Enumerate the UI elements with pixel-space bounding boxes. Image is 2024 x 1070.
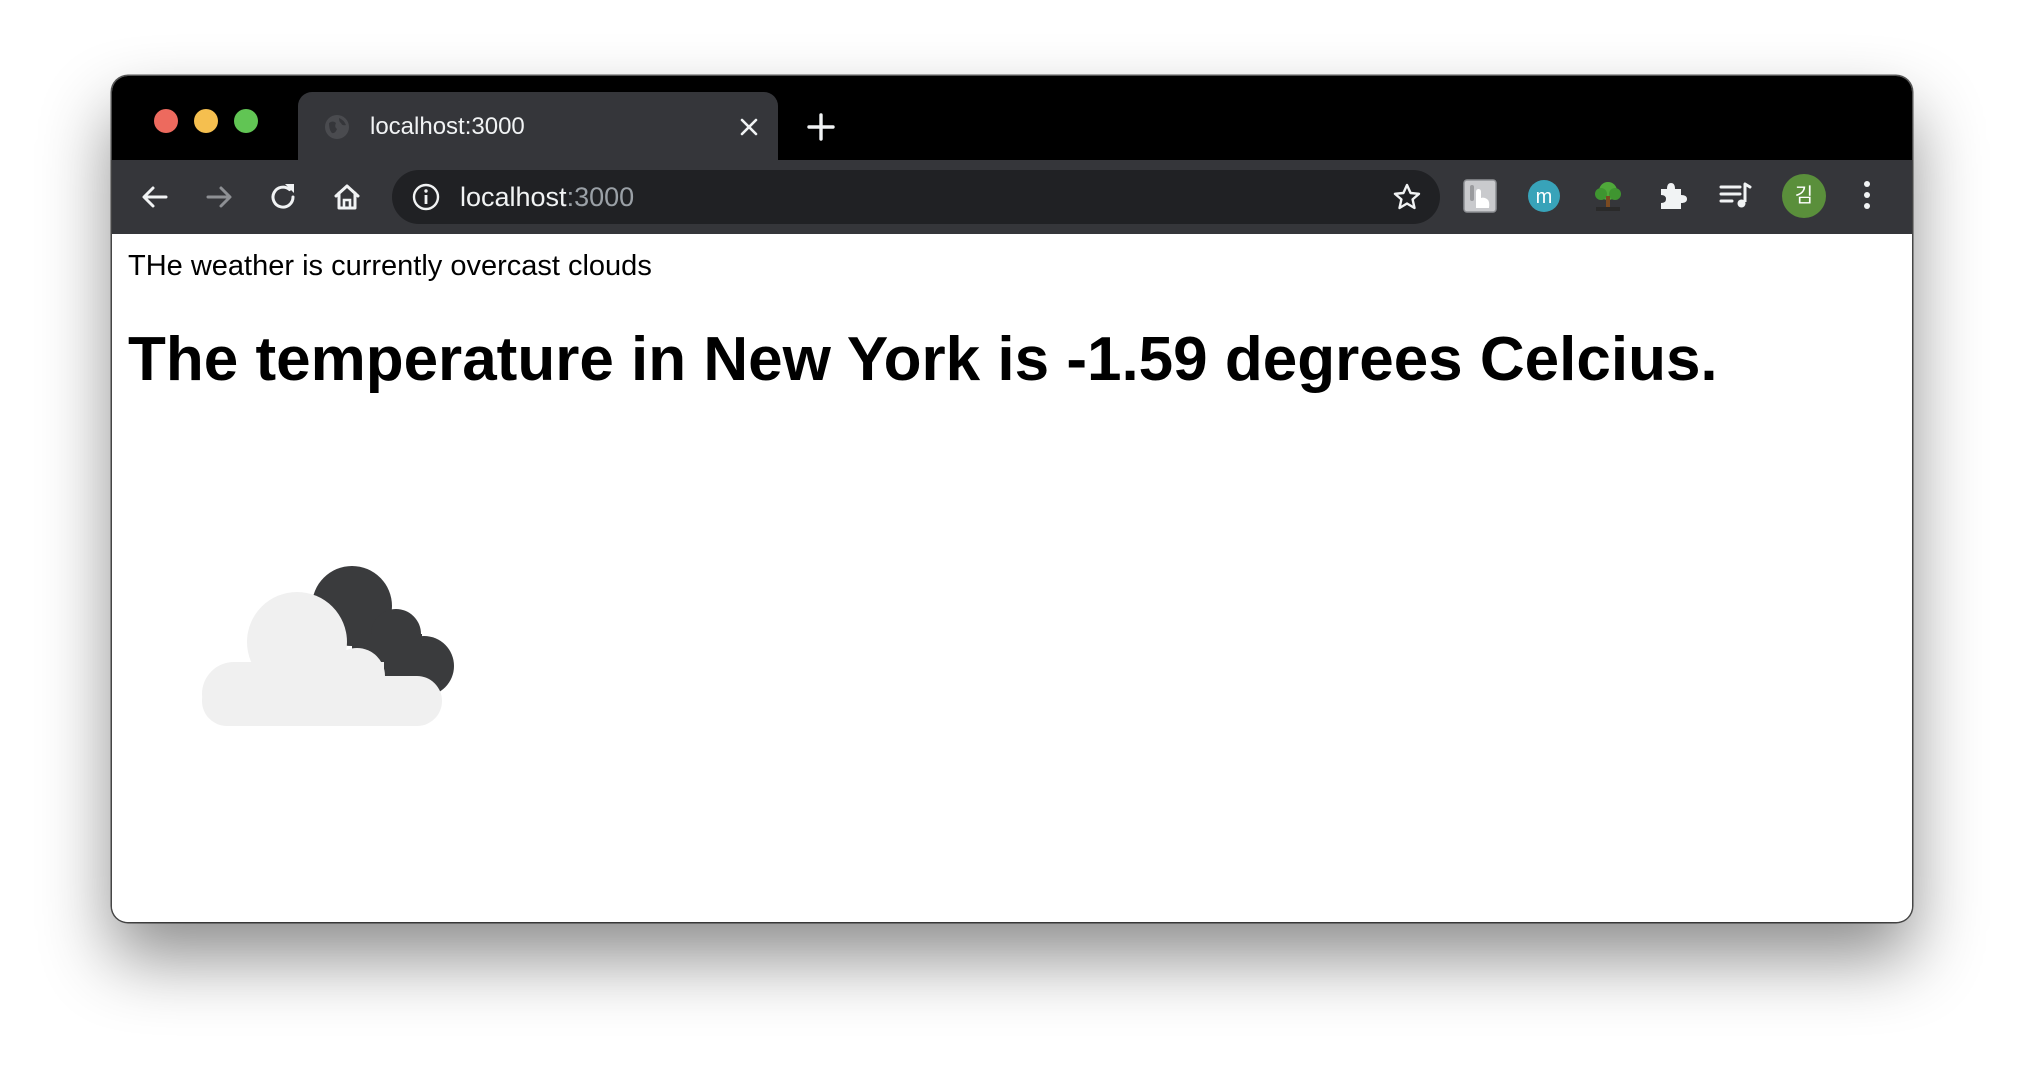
profile-avatar[interactable]: 김: [1782, 174, 1826, 218]
tab-strip: localhost:3000: [112, 76, 1912, 160]
browser-window: localhost:3000 localhost:3000 m 김 THe we…: [112, 76, 1912, 922]
address-host: localhost: [460, 182, 567, 212]
new-tab-icon[interactable]: [806, 112, 836, 142]
forward-arrow-icon[interactable]: [202, 180, 236, 214]
close-window-button[interactable]: [154, 109, 178, 133]
home-icon[interactable]: [330, 180, 364, 214]
weather-description: THe weather is currently overcast clouds: [128, 250, 652, 282]
address-port: :3000: [566, 182, 635, 212]
media-queue-icon[interactable]: [1718, 178, 1754, 214]
page-content: THe weather is currently overcast clouds…: [112, 234, 1912, 922]
address-url: localhost:3000: [460, 182, 634, 212]
address-bar[interactable]: localhost:3000: [392, 170, 1440, 224]
globe-icon: [325, 115, 349, 139]
temperature-heading: The temperature in New York is -1.59 deg…: [128, 325, 1718, 394]
minimize-window-button[interactable]: [194, 109, 218, 133]
tab-title: localhost:3000: [370, 113, 525, 140]
m-extension-icon[interactable]: m: [1526, 178, 1562, 214]
maximize-window-button[interactable]: [234, 109, 258, 133]
more-menu-icon[interactable]: [1850, 178, 1884, 212]
reload-icon[interactable]: [266, 180, 300, 214]
close-tab-icon[interactable]: [738, 116, 760, 138]
overcast-clouds-icon: [202, 566, 454, 726]
browser-toolbar: localhost:3000 m 김: [112, 160, 1912, 234]
info-icon[interactable]: [412, 183, 440, 211]
browser-tab[interactable]: localhost:3000: [298, 92, 778, 160]
tree-extension-icon[interactable]: [1590, 178, 1626, 214]
puzzle-icon[interactable]: [1654, 178, 1690, 214]
svg-text:m: m: [1536, 186, 1553, 208]
touch-extension-icon[interactable]: [1462, 178, 1498, 214]
bookmark-star-icon[interactable]: [1392, 182, 1422, 212]
back-arrow-icon[interactable]: [138, 180, 172, 214]
